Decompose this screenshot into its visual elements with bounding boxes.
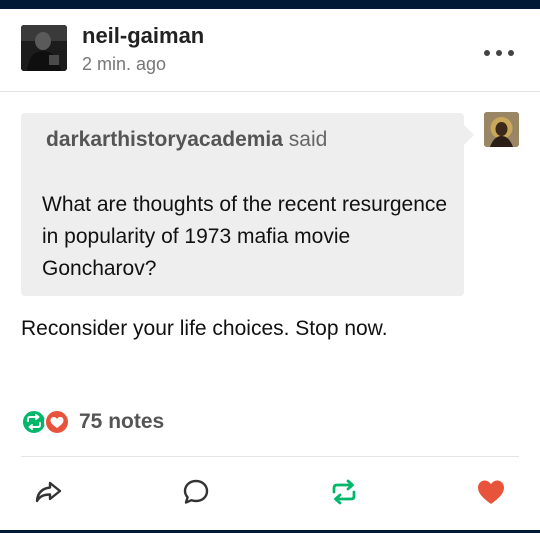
- dot: [508, 50, 514, 56]
- speech-bubble-icon: [183, 479, 209, 504]
- reblog-button[interactable]: [328, 476, 360, 508]
- asker-avatar[interactable]: [484, 112, 519, 147]
- notes-summary[interactable]: 75 notes: [21, 408, 164, 436]
- notes-count[interactable]: 75 notes: [79, 410, 164, 434]
- more-options-icon[interactable]: [484, 47, 514, 59]
- asker-line: darkarthistoryacademia said: [46, 128, 327, 152]
- post-username[interactable]: neil-gaiman: [82, 23, 204, 49]
- top-bar: [0, 0, 540, 9]
- reblog-badge-icon: [21, 409, 47, 435]
- post-timestamp: 2 min. ago: [82, 54, 167, 74]
- share-button[interactable]: [32, 476, 64, 508]
- share-arrow-icon: [35, 481, 62, 503]
- post-header: neil-gaiman 2 min. ago: [0, 9, 540, 91]
- notes-icons: [21, 409, 73, 435]
- answer-text: Reconsider your life choices. Stop now.: [21, 317, 388, 340]
- like-badge-icon: [44, 409, 70, 435]
- reblog-icon: [332, 479, 356, 505]
- actions-divider: [21, 456, 519, 457]
- asker-username[interactable]: darkarthistoryacademia: [46, 128, 283, 151]
- dot: [496, 50, 502, 56]
- heart-icon: [478, 480, 504, 504]
- post-actions: [0, 470, 540, 514]
- dot: [484, 50, 490, 56]
- user-avatar[interactable]: [21, 25, 67, 71]
- reply-button[interactable]: [180, 476, 212, 508]
- asker-said: said: [288, 128, 328, 151]
- like-button[interactable]: [475, 476, 507, 508]
- ask-box: darkarthistoryacademia said What are tho…: [21, 113, 474, 296]
- header-divider: [0, 91, 540, 92]
- ask-question: What are thoughts of the recent resurgen…: [42, 193, 448, 280]
